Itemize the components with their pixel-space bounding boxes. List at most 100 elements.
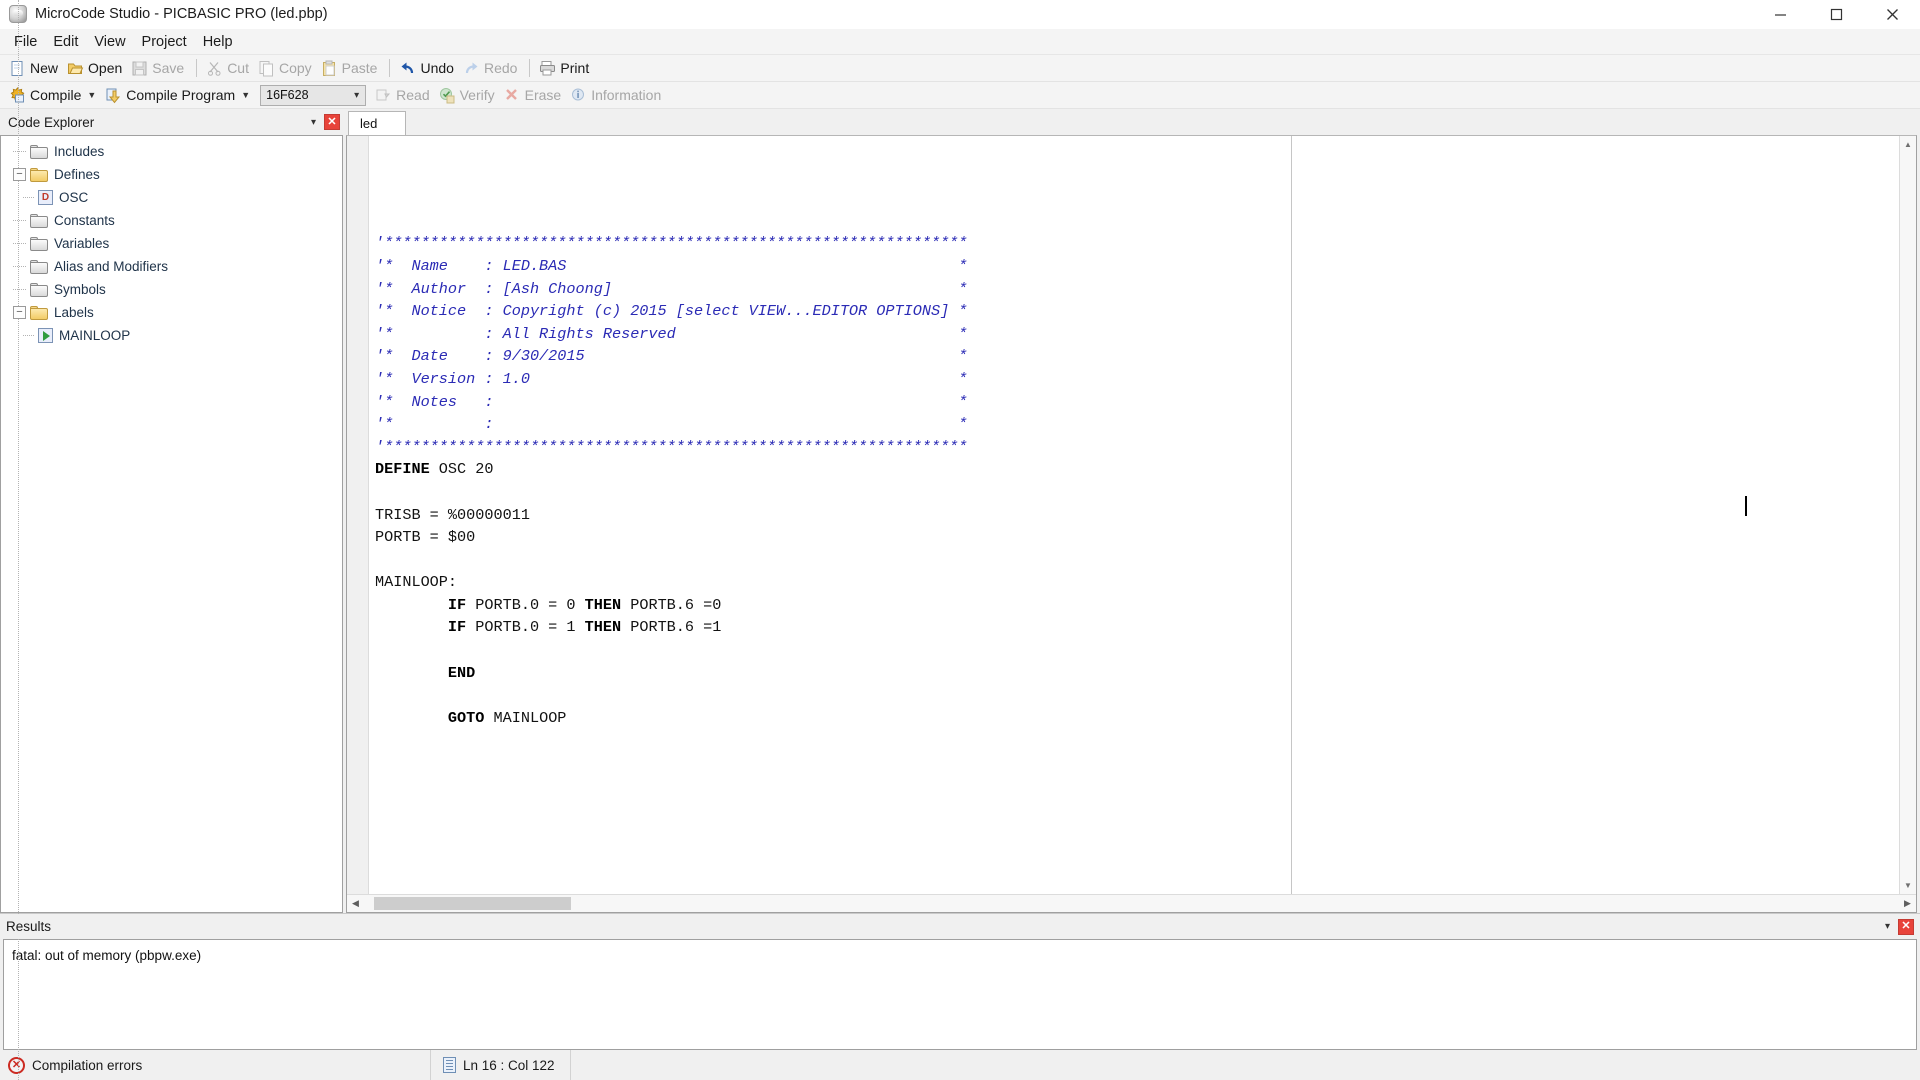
menu-help[interactable]: Help: [195, 31, 241, 53]
compile-dropdown-caret[interactable]: ▼: [87, 90, 96, 100]
scroll-down-arrow-icon[interactable]: ▼: [1900, 877, 1916, 894]
save-button[interactable]: Save: [128, 57, 190, 80]
line-column-icon: [443, 1057, 456, 1073]
collapse-expander-icon[interactable]: −: [13, 168, 26, 181]
window-controls: [1752, 0, 1920, 29]
status-position: Ln 16 : Col 122: [463, 1057, 555, 1073]
tree-item-includes[interactable]: Includes: [1, 140, 342, 163]
redo-arrow-icon: [465, 62, 478, 73]
erase-button[interactable]: Erase: [501, 84, 568, 107]
cut-button[interactable]: Cut: [203, 57, 255, 80]
code-explorer-header: Code Explorer ▾ ✕: [0, 109, 346, 135]
tree-connector: [13, 243, 26, 244]
code-line: IF PORTB.0 = 1 THEN PORTB.6 =1: [369, 616, 1899, 639]
editor-horizontal-scrollbar[interactable]: ◀ ▶: [347, 894, 1916, 912]
read-button[interactable]: Read: [372, 84, 435, 107]
tree-item-label: Defines: [54, 167, 100, 182]
results-title: Results: [6, 919, 52, 934]
copy-button[interactable]: Copy: [255, 57, 318, 80]
scroll-left-arrow-icon[interactable]: ◀: [347, 895, 364, 912]
results-output[interactable]: fatal: out of memory (pbpw.exe): [3, 939, 1917, 1050]
tree-connector: [13, 266, 26, 267]
editor-gutter: [347, 136, 369, 894]
maximize-button[interactable]: [1808, 0, 1864, 29]
device-select[interactable]: 16F628 ▾: [260, 84, 367, 106]
results-close-button[interactable]: ✕: [1898, 918, 1914, 935]
label-play-icon: [38, 328, 53, 343]
text-cursor: [1745, 496, 1747, 516]
close-button[interactable]: [1864, 0, 1920, 29]
code-span-plain: MAINLOOP: [484, 708, 567, 727]
menu-edit[interactable]: Edit: [45, 31, 86, 53]
open-folder-icon: [68, 63, 84, 74]
code-line: '* : All Rights Reserved *: [369, 323, 1899, 346]
define-icon: D: [38, 190, 53, 205]
window-title: MicroCode Studio - PICBASIC PRO (led.pbp…: [35, 6, 328, 22]
clipboard-icon: [322, 60, 335, 76]
panel-menu-caret-icon[interactable]: ▾: [311, 117, 316, 128]
code-explorer-panel: Code Explorer ▾ ✕ Includes − Defines D O…: [0, 0, 346, 1080]
code-text-area[interactable]: '***************************************…: [369, 136, 1899, 894]
tree-item-mainloop[interactable]: MAINLOOP: [1, 324, 342, 347]
tree-item-constants[interactable]: Constants: [1, 209, 342, 232]
undo-button[interactable]: Undo: [396, 57, 459, 80]
tree-item-defines[interactable]: − Defines: [1, 163, 342, 186]
code-span-kw: GOTO: [447, 708, 485, 727]
undo-button-label: Undo: [420, 60, 454, 76]
minimize-button[interactable]: [1752, 0, 1808, 29]
menu-project[interactable]: Project: [134, 31, 195, 53]
tree-item-symbols[interactable]: Symbols: [1, 278, 342, 301]
scroll-right-arrow-icon[interactable]: ▶: [1899, 895, 1916, 912]
panel-close-button[interactable]: ✕: [324, 114, 340, 130]
code-line: TRISB = %00000011: [369, 504, 1899, 527]
menu-view[interactable]: View: [86, 31, 133, 53]
code-span-cmt: '* : All Rights Reserved *: [375, 324, 968, 343]
tree-item-labels[interactable]: − Labels: [1, 301, 342, 324]
right-margin-guide: [1291, 136, 1292, 894]
code-span-cmt: '* : *: [375, 415, 968, 434]
code-explorer-tree[interactable]: Includes − Defines D OSC Constants Varia…: [0, 0, 343, 1080]
tree-connector: [13, 289, 26, 290]
redo-button[interactable]: Redo: [460, 57, 523, 80]
paste-button[interactable]: Paste: [318, 57, 384, 80]
collapse-expander-icon[interactable]: −: [13, 306, 26, 319]
editor-vertical-scrollbar[interactable]: ▲ ▼: [1899, 136, 1916, 894]
read-button-label: Read: [396, 87, 430, 103]
paste-button-label: Paste: [341, 60, 378, 76]
new-button[interactable]: New: [6, 57, 64, 80]
folder-icon: [30, 282, 48, 297]
menu-file[interactable]: File: [6, 31, 45, 53]
tree-item-alias-and-modifiers[interactable]: Alias and Modifiers: [1, 255, 342, 278]
verify-button[interactable]: Verify: [436, 84, 501, 107]
results-menu-caret-icon[interactable]: ▾: [1885, 921, 1890, 932]
tab-led[interactable]: led: [348, 111, 406, 135]
tree-item-variables[interactable]: Variables: [1, 232, 342, 255]
scroll-up-arrow-icon[interactable]: ▲: [1900, 136, 1916, 153]
results-header: Results ▾ ✕: [0, 914, 1920, 939]
status-position-cell: Ln 16 : Col 122: [430, 1050, 570, 1080]
toolbar-separator: [529, 59, 531, 77]
hscroll-track[interactable]: [364, 895, 1899, 912]
compile-button[interactable]: Compile ▼: [6, 84, 102, 107]
folder-icon: [30, 144, 48, 159]
information-button-label: Information: [591, 87, 662, 103]
code-span-kw: END: [447, 663, 476, 682]
error-circle-icon: ✕: [8, 1056, 25, 1074]
print-button[interactable]: Print: [536, 57, 595, 80]
tree-item-label: Alias and Modifiers: [54, 259, 169, 274]
floppy-disk-icon: [132, 61, 147, 75]
compile-program-dropdown-caret[interactable]: ▼: [241, 90, 250, 100]
tree-item-osc[interactable]: D OSC: [1, 186, 342, 209]
information-button[interactable]: Information: [567, 84, 667, 107]
open-button[interactable]: Open: [64, 57, 128, 80]
code-span-plain: PORTB.0 = 1: [466, 618, 585, 637]
tree-item-label: Labels: [54, 305, 94, 320]
scissors-icon: [208, 61, 221, 76]
erase-x-icon: [505, 88, 517, 100]
code-line: PORTB = $00: [369, 526, 1899, 549]
compile-program-button[interactable]: Compile Program ▼: [102, 84, 256, 107]
tree-item-label: Symbols: [54, 282, 106, 297]
hscroll-thumb[interactable]: [374, 897, 571, 910]
code-span-plain: PORTB.0 = 0: [466, 595, 585, 614]
